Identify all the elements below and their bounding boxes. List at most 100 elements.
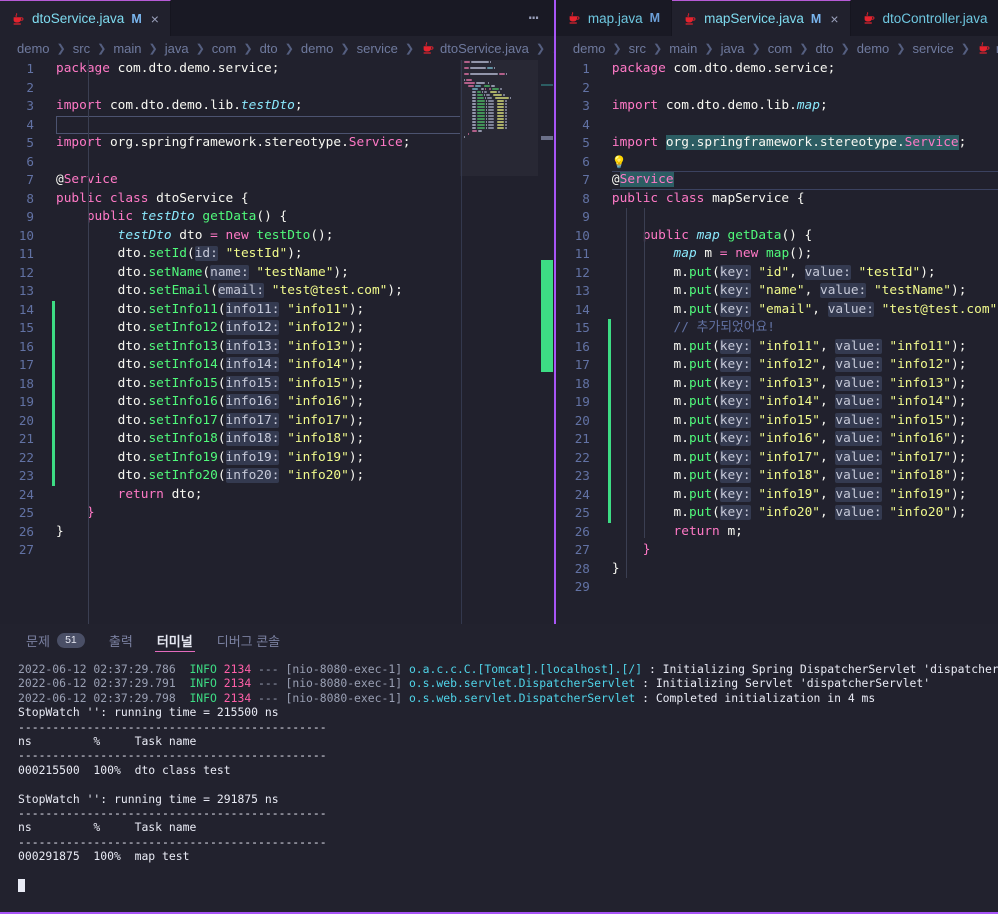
editor-tab-mapService-java[interactable]: mapService.java M × [672, 0, 851, 36]
breadcrumb-item[interactable]: com [767, 41, 794, 56]
git-change-marker [52, 319, 55, 338]
more-actions-icon[interactable]: ⋯ [515, 0, 554, 36]
git-change-marker [607, 356, 611, 375]
bottom-panel: 문제 51 출력 터미널 디버그 콘솔 2022-06-12 02:37:29.786 … [0, 624, 998, 914]
code-line[interactable]: 26 return m; [556, 523, 998, 542]
code-line[interactable]: 21 m.put(key: "info16", value: "info16")… [556, 430, 998, 449]
editor-group-right: map.java MmapService.java M × dtoController.… [553, 0, 998, 624]
line-number: 4 [582, 116, 590, 132]
log-thread: [nio-8080-exec-1] [285, 690, 403, 705]
java-file-icon [13, 12, 24, 25]
code-line[interactable]: 8 public class mapService { [556, 190, 998, 209]
editor-tab-dtoService-java[interactable]: dtoService.java M × [0, 0, 171, 36]
breadcrumb-item[interactable]: service [356, 41, 399, 56]
terminal-output[interactable]: 2022-06-12 02:37:29.786 INFO 2134 --- [n… [0, 656, 998, 914]
code-line[interactable]: 1 package com.dto.demo.service; [556, 60, 998, 79]
git-change-marker [607, 485, 611, 504]
code-line[interactable]: 25 m.put(key: "info20", value: "info20")… [556, 504, 998, 523]
git-change-marker [52, 300, 55, 319]
panel-tab-debug-console[interactable]: 디버그 콘솔 [205, 624, 292, 656]
code-line[interactable]: 15 // 추가되었어요! [556, 319, 998, 338]
breadcrumb-item[interactable]: main [112, 41, 142, 56]
tab-label: dtoService.java [32, 11, 125, 26]
code-line[interactable]: 16 m.put(key: "info11", value: "info11")… [556, 337, 998, 356]
breadcrumb-right[interactable]: demo ❯ src ❯ main ❯ java ❯ com ❯ dto ❯ demo ❯ service ❯… [555, 36, 998, 60]
breadcrumb-item[interactable]: mapSer [976, 41, 998, 56]
terminal-cursor[interactable] [18, 878, 998, 892]
close-icon[interactable]: × [830, 12, 838, 26]
breadcrumb-item[interactable]: com [211, 41, 238, 56]
breadcrumb-left[interactable]: demo ❯ src ❯ main ❯ java ❯ com ❯ dto ❯ demo ❯ service ❯… [0, 36, 554, 60]
code-text: @Service [611, 172, 674, 187]
code-line[interactable]: 4 [556, 116, 998, 135]
code-text: dto.setInfo15(info15: "info15"); [117, 375, 365, 391]
code-line[interactable]: 27 } [556, 541, 998, 560]
breadcrumb-item[interactable]: java [164, 41, 190, 56]
code-line[interactable]: 2 [556, 79, 998, 98]
code-editor-right[interactable]: 1 package com.dto.demo.service; 2 3 import c… [555, 60, 998, 624]
breadcrumb-label: service [356, 40, 398, 56]
git-change-marker [607, 411, 611, 430]
breadcrumb-item[interactable]: dtoService.java [420, 41, 530, 56]
code-editor-left[interactable]: 1 package com.dto.demo.service; 2 3 import c… [0, 60, 554, 624]
breadcrumb-item[interactable]: main [668, 41, 698, 56]
breadcrumb-item[interactable]: service [912, 41, 955, 56]
panel-tab-problems[interactable]: 문제 51 [14, 624, 97, 656]
overview-ruler-left[interactable] [539, 60, 554, 624]
panel-tab-output[interactable]: 출력 [97, 624, 145, 656]
code-line[interactable]: 6 💡 [556, 153, 998, 172]
close-icon[interactable]: × [151, 12, 159, 26]
indent-guide [625, 208, 627, 578]
editor-tab-map-java[interactable]: map.java M [556, 0, 673, 36]
breadcrumb-item[interactable]: demo [16, 41, 51, 56]
code-line[interactable]: 14 m.put(key: "email", value: "test@test… [556, 301, 998, 320]
code-line[interactable]: 3 import com.dto.demo.lib.map; [556, 97, 998, 116]
code-line[interactable]: 9 [556, 208, 998, 227]
code-line[interactable]: 12 m.put(key: "id", value: "testId"); [556, 264, 998, 283]
code-line[interactable]: 5 import org.springframework.stereotype.S… [556, 134, 998, 153]
code-line[interactable]: 17 m.put(key: "info12", value: "info12")… [556, 356, 998, 375]
code-line[interactable]: 7 @Service [556, 171, 998, 190]
java-file-icon [569, 12, 580, 24]
code-text: dto.setInfo12(info12: "info12"); [117, 320, 365, 335]
breadcrumb-separator-icon: ❯ [840, 42, 850, 55]
code-line[interactable]: 28} [556, 560, 998, 579]
breadcrumb-item[interactable]: java [720, 41, 746, 56]
code-line[interactable]: 24 m.put(key: "info19", value: "info19")… [556, 485, 998, 504]
breadcrumb-separator-icon: ❯ [612, 42, 622, 55]
code-line[interactable]: 22 m.put(key: "info17", value: "info17")… [556, 448, 998, 467]
editor-tab-dtoController-java[interactable]: dtoController.java [851, 0, 998, 36]
editor-area: dtoService.java M × ⋯ demo ❯ src ❯ main ❯ java ❯ c… [0, 0, 998, 624]
breadcrumb-label: java [720, 40, 745, 56]
terminal-log-line: 2022-06-12 02:37:29.798 INFO 2134 --- [n… [18, 691, 998, 705]
code-line[interactable]: 10 public map getData() { [556, 227, 998, 246]
breadcrumb-item[interactable]: demo [856, 41, 891, 56]
breadcrumb-item[interactable]: dto [259, 41, 279, 56]
minimap-left[interactable] [459, 60, 538, 624]
code-line[interactable]: 23 m.put(key: "info18", value: "info18")… [556, 467, 998, 486]
lightbulb-quickfix-icon[interactable]: 💡 [612, 155, 627, 169]
breadcrumb-item[interactable]: src [72, 41, 91, 56]
indent-guide [88, 60, 89, 624]
code-line[interactable]: 11 map m = new map(); [556, 245, 998, 264]
code-text: dto.setName(name: "testName"); [117, 264, 349, 280]
line-number: 16 [574, 338, 590, 354]
code-line[interactable]: 19 m.put(key: "info14", value: "info14")… [556, 393, 998, 412]
panel-tab-terminal[interactable]: 터미널 [145, 624, 205, 656]
breadcrumb-item[interactable]: demo [300, 41, 335, 56]
terminal-line: StopWatch '': running time = 215500 ns [18, 705, 998, 719]
minimap-slider[interactable] [460, 60, 538, 176]
code-line[interactable]: 29 [556, 578, 998, 597]
breadcrumb-item[interactable]: dto [814, 41, 834, 56]
breadcrumb-item[interactable]: src [628, 41, 647, 56]
code-line[interactable]: 18 m.put(key: "info13", value: "info13")… [556, 374, 998, 393]
code-text: dto.setInfo11(info11: "info11"); [117, 301, 365, 317]
code-line[interactable]: 13 m.put(key: "name", value: "testName")… [556, 282, 998, 301]
terminal-line: ----------------------------------------… [18, 748, 998, 762]
breadcrumb-item[interactable]: demo [572, 41, 607, 56]
code-line[interactable]: 20 m.put(key: "info15", value: "info15")… [556, 411, 998, 430]
tab-modified-badge: M [649, 11, 661, 25]
breadcrumb-label: demo [856, 40, 890, 56]
